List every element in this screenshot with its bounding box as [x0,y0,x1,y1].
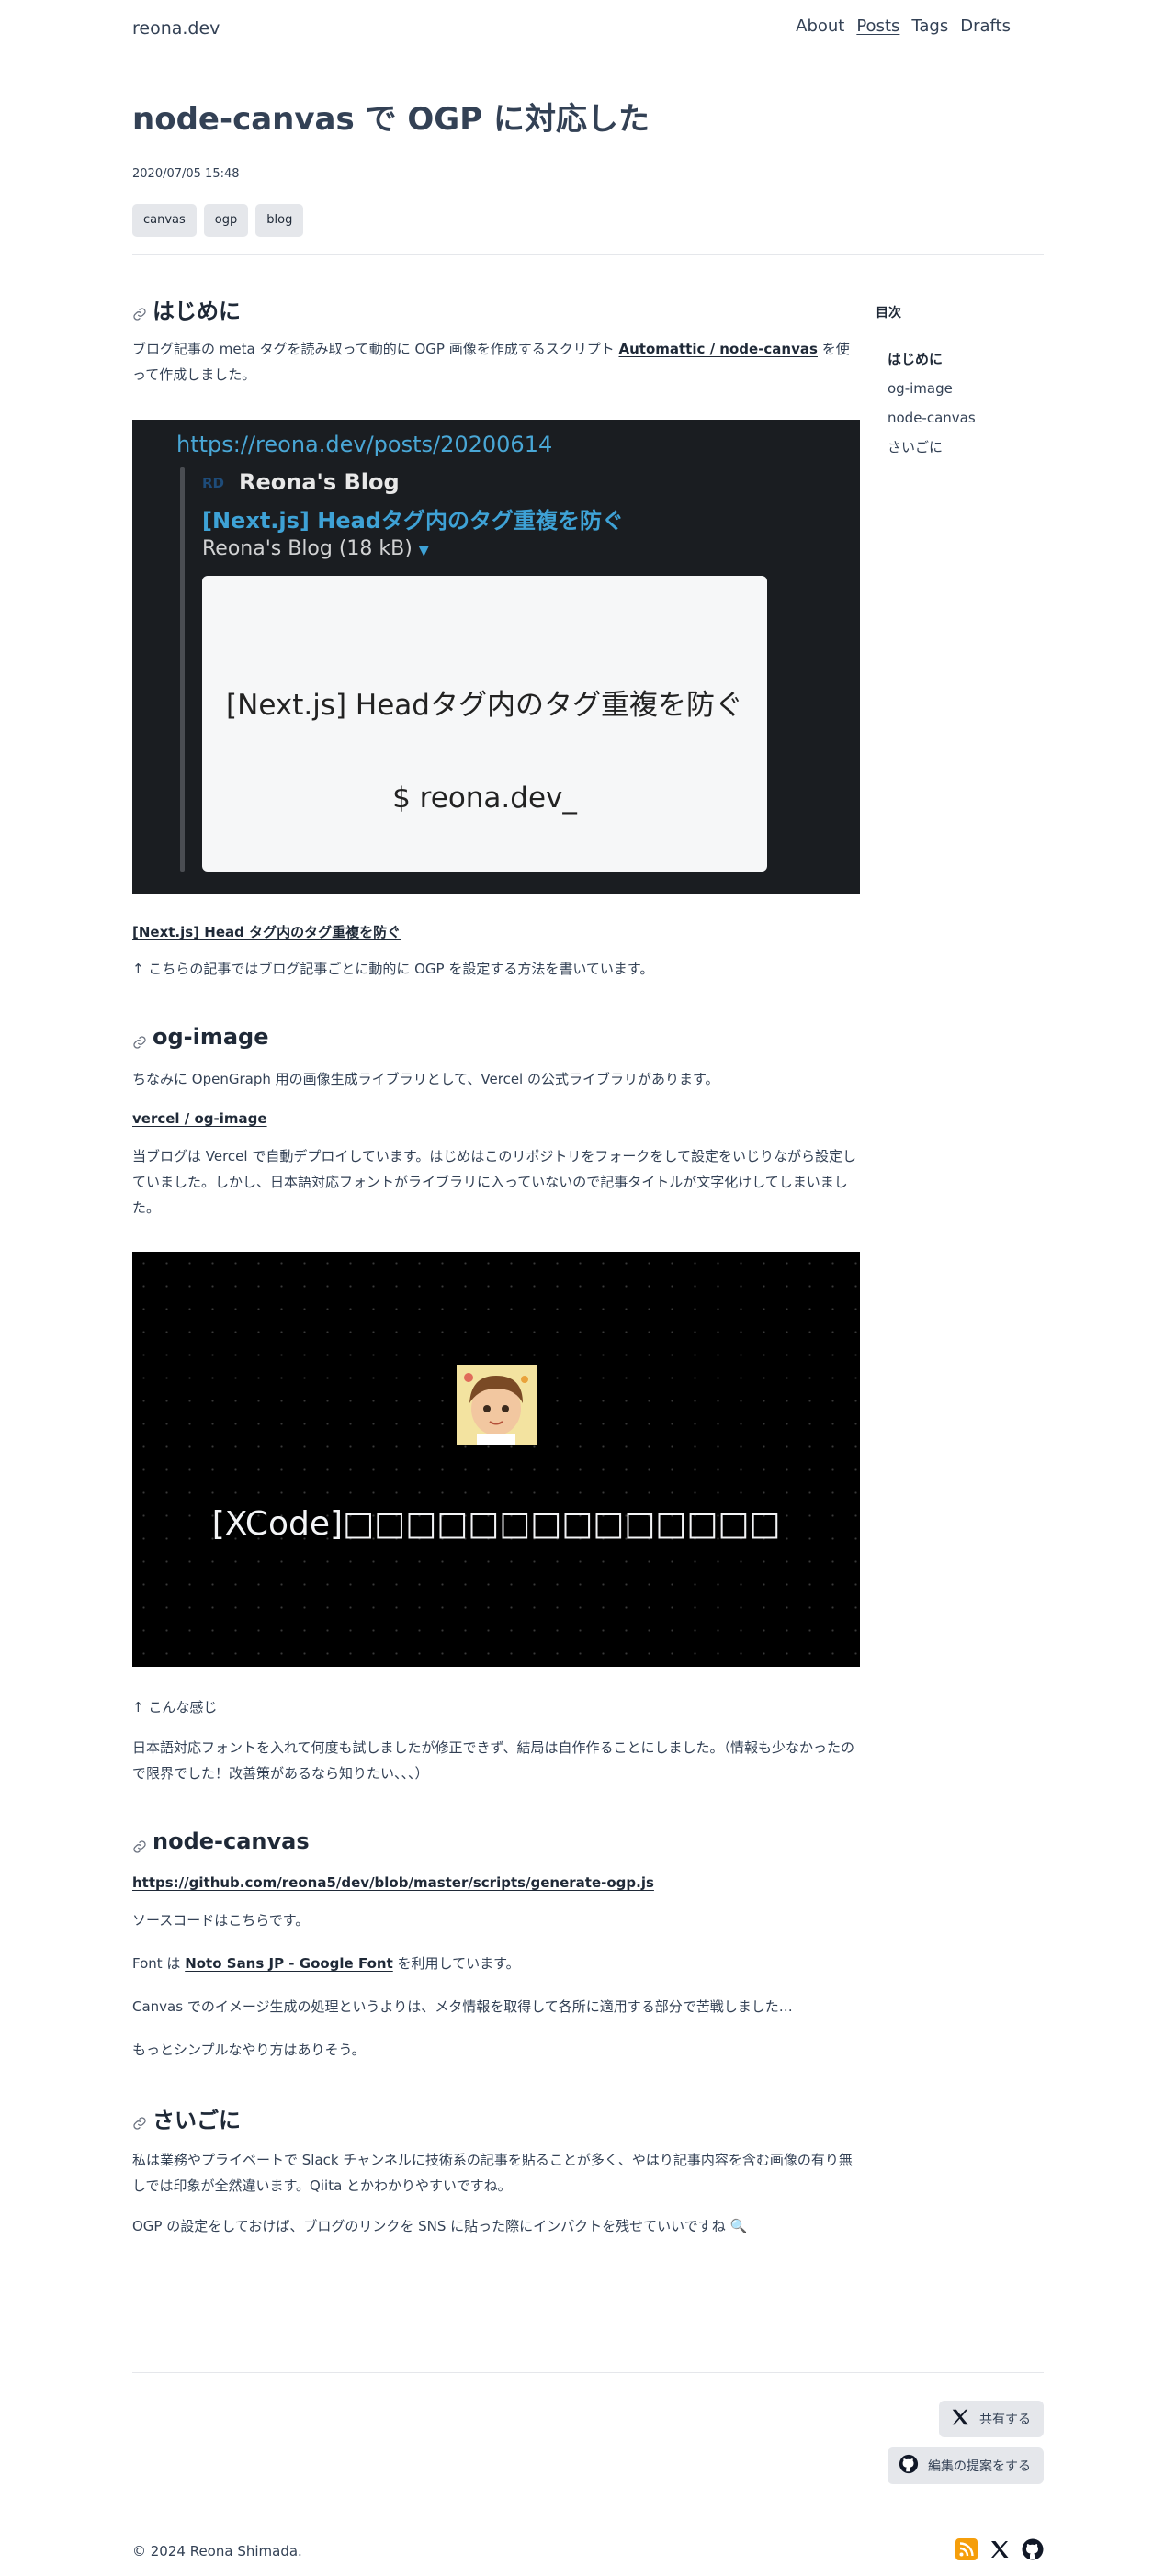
heading-outro: さいごに [132,2101,860,2134]
site-name-link[interactable]: reona.dev [132,18,220,39]
suggest-edit-label: 編集の提案をする [928,2459,1031,2474]
paragraph: 日本語対応フォントを入れて何度も試しましたが修正できず、結局は自作作ることにしま… [132,1739,855,1782]
link-icon[interactable] [132,1029,147,1049]
slack-meta: Reona's Blog (18 kB) ▼ [202,537,429,560]
noto-sans-font-link[interactable]: Noto Sans JP - Google Font [185,1955,393,1972]
nav-posts[interactable]: Posts [856,17,899,36]
avatar [457,1365,537,1445]
ogp-card-subtitle: $ reona.dev_ [392,782,577,815]
toc-list: はじめに og-image node-canvas さいごに [876,346,1044,464]
heading-og-image: og-image [132,1020,860,1053]
toc-item-intro[interactable]: はじめに [888,346,1044,376]
rss-icon[interactable] [956,2538,978,2560]
suggest-edit-button[interactable]: 編集の提案をする [888,2447,1044,2484]
heading-intro-text: はじめに [153,298,241,324]
article-body: はじめに ブログ記事の meta タグを読み取って動的に OGP 画像を作成する… [132,292,860,2239]
heading-node-canvas: node-canvas [132,1825,860,1858]
caret-down-icon: ▼ [418,544,429,558]
paragraph: Canvas でのイメージ生成の処理というよりは、メタ情報を取得して各所に適用す… [132,1998,793,2015]
tag-canvas[interactable]: canvas [132,204,197,237]
tag-list: canvas ogp blog [132,204,304,237]
share-button[interactable]: 共有する [939,2401,1044,2437]
paragraph: 私は業務やプライベートで Slack チャンネルに技術系の記事を貼ることが多く、… [132,2152,853,2194]
site-logo-icon: RD [202,475,225,491]
paragraph: OGP の設定をしておけば、ブログのリンクを SNS に貼った際にインパクトを残… [132,2218,748,2234]
github-icon[interactable] [1022,2538,1044,2560]
heading-outro-text: さいごに [153,2107,241,2133]
link-icon[interactable] [132,1834,147,1853]
divider [132,2372,1044,2373]
slack-url: https://reona.dev/posts/20200614 [176,432,553,457]
paragraph: ソースコードはこちらです。 [132,1912,310,1929]
toc-item-og-image[interactable]: og-image [888,376,1044,405]
divider [132,254,1044,255]
paragraph: Font は Noto Sans JP - Google Font を利用してい… [132,1955,520,1972]
github-icon [899,2454,919,2478]
site-header: reona.dev About Posts Tags Drafts [132,17,1044,44]
slack-unfurl-screenshot: https://reona.dev/posts/20200614 RD Reon… [132,420,860,894]
page: reona.dev About Posts Tags Drafts node-c… [0,0,1176,2576]
link-icon[interactable] [132,2110,147,2130]
paragraph: 当ブログは Vercel で自動デプロイしています。はじめはこのリポジトリをフォ… [132,1148,856,1216]
x-logo-icon [950,2407,970,2431]
slack-link-title: [Next.js] Headタグ内のタグ重複を防ぐ [202,508,624,534]
og-image-broken-sample: [XCode]□□□□□□□□□□□□□□ [132,1252,860,1667]
paragraph: もっとシンプルなやり方はありそう。 [132,2042,366,2058]
nextjs-post-link[interactable]: [Next.js] Head タグ内のタグ重複を防ぐ [132,922,860,941]
heading-intro: はじめに [132,292,860,325]
link-icon[interactable] [132,301,147,321]
slack-site-name: Reona's Blog [239,469,400,495]
toc-item-outro[interactable]: さいごに [888,434,1044,464]
table-of-contents: 目次 はじめに og-image node-canvas さいごに [876,303,1044,464]
footer-social-links [956,2538,1044,2560]
toc-title: 目次 [876,306,901,321]
x-logo-icon[interactable] [989,2538,1011,2560]
ogp-card-preview: [Next.js] Headタグ内のタグ重複を防ぐ $ reona.dev_ [202,576,767,872]
tag-ogp[interactable]: ogp [203,204,249,237]
ogp-card-title: [Next.js] Headタグ内のタグ重複を防ぐ [226,689,743,722]
main-nav: About Posts Tags Drafts [796,17,1011,36]
paragraph: ↑ こんな感じ [132,1699,218,1715]
node-canvas-repo-link[interactable]: Automattic / node-canvas [618,341,817,357]
toc-item-node-canvas[interactable]: node-canvas [888,405,1044,434]
paragraph: ブログ記事の meta タグを読み取って動的に OGP 画像を作成するスクリプト… [132,341,850,383]
tag-blog[interactable]: blog [255,204,304,237]
heading-node-canvas-text: node-canvas [153,1828,310,1854]
nav-drafts[interactable]: Drafts [960,17,1011,36]
nav-about[interactable]: About [796,17,844,36]
nav-tags[interactable]: Tags [911,17,948,36]
og-image-garbled-title: [XCode]□□□□□□□□□□□□□□ [211,1505,781,1543]
share-button-label: 共有する [979,2413,1031,2427]
paragraph: ちなみに OpenGraph 用の画像生成ライブラリとして、Vercel の公式… [132,1071,719,1087]
post-title: node-canvas で OGP に対応した [132,101,650,138]
paragraph: ↑ こちらの記事ではブログ記事ごとに動的に OGP を設定する方法を書いています… [132,961,654,977]
slack-attachment-bar [180,467,185,872]
source-code-link[interactable]: https://github.com/reona5/dev/blob/maste… [132,1874,860,1891]
post-date: 2020/07/05 15:48 [132,167,240,181]
og-image-repo-link[interactable]: vercel / og-image [132,1110,860,1127]
footer-copyright: © 2024 Reona Shimada. [132,2543,302,2559]
heading-og-image-text: og-image [153,1024,269,1050]
